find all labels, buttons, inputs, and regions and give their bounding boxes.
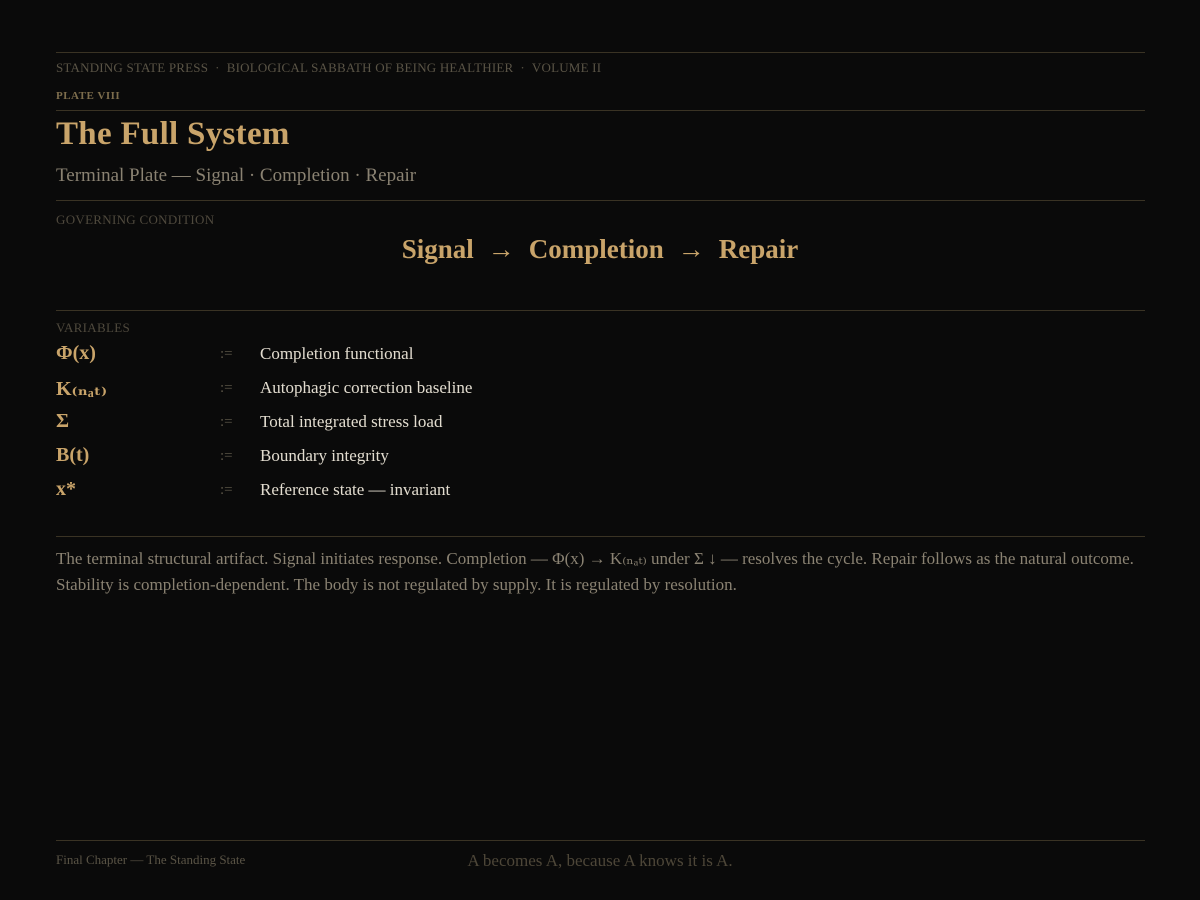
arrow-icon: →	[487, 234, 515, 264]
governing-term-completion: Completion	[528, 234, 664, 264]
body-paragraph: The terminal structural artifact. Signal…	[56, 549, 1134, 594]
variable-row: B(t) := Boundary integrity	[56, 444, 856, 474]
page-subtitle: Terminal Plate — Signal · Completion · R…	[56, 165, 417, 186]
variable-description: Autophagic correction baseline	[260, 378, 473, 397]
variable-description: Reference state — invariant	[260, 480, 451, 499]
variables-label: VARIABLES	[56, 320, 130, 335]
variable-row: Σ := Total integrated stress load	[56, 410, 856, 440]
header-separator: ·	[520, 60, 525, 75]
arrow-icon: →	[677, 234, 705, 264]
governing-term-signal: Signal	[401, 234, 474, 264]
governing-rule	[56, 200, 1145, 201]
variable-symbol: x*	[56, 478, 76, 500]
governing-condition-formula: Signal → Completion → Repair	[0, 234, 1200, 265]
volume-label: VOLUME II	[531, 60, 602, 75]
variable-row: x* := Reference state — invariant	[56, 478, 856, 508]
variable-row: K₍ₙₐₜ₎ := Autophagic correction baseline	[56, 376, 856, 406]
footer-rule	[56, 840, 1145, 841]
plate-number: PLATE VIII	[56, 90, 121, 102]
publisher-name: STANDING STATE PRESS	[56, 60, 209, 75]
page-title: The Full System	[56, 116, 290, 152]
definition-symbol: :=	[220, 482, 233, 498]
series-name: BIOLOGICAL SABBATH OF BEING HEALTHIER	[226, 60, 514, 75]
definition-symbol: :=	[220, 448, 233, 464]
variable-symbol: Φ(x)	[56, 342, 96, 364]
variable-symbol: Σ	[56, 410, 70, 432]
definition-symbol: :=	[220, 346, 233, 362]
body-rule	[56, 536, 1145, 537]
definition-symbol: :=	[220, 414, 233, 430]
variables-rule	[56, 310, 1145, 311]
title-rule	[56, 110, 1145, 111]
variable-description: Boundary integrity	[260, 446, 389, 465]
variable-description: Total integrated stress load	[260, 412, 443, 431]
header-separator: ·	[215, 60, 220, 75]
variable-symbol: B(t)	[56, 444, 90, 466]
running-header: STANDING STATE PRESS · BIOLOGICAL SABBATH …	[56, 60, 601, 76]
footer-motto: A becomes A, because A knows it is A.	[467, 851, 733, 870]
definition-symbol: :=	[220, 380, 233, 396]
governing-condition-label: GOVERNING CONDITION	[56, 212, 215, 227]
governing-term-repair: Repair	[718, 234, 799, 264]
variable-symbol: K₍ₙₐₜ₎	[56, 378, 108, 400]
variable-description: Completion functional	[260, 344, 414, 363]
variable-row: Φ(x) := Completion functional	[56, 342, 856, 372]
top-rule	[56, 52, 1145, 53]
